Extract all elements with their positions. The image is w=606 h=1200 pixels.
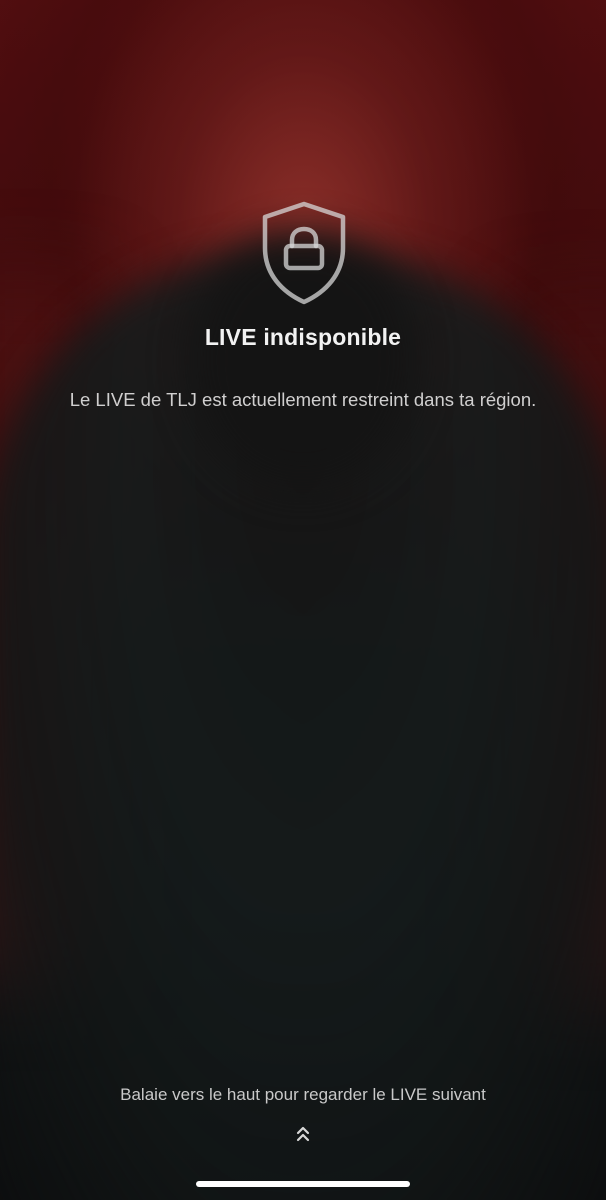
shield-lock-icon xyxy=(262,201,346,305)
live-unavailable-screen[interactable]: LIVE indisponible Le LIVE de TLJ est act… xyxy=(0,0,606,1200)
swipe-up-hint: Balaie vers le haut pour regarder le LIV… xyxy=(120,1085,486,1104)
chevrons-up-icon[interactable] xyxy=(294,1125,312,1143)
unavailable-message: Le LIVE de TLJ est actuellement restrein… xyxy=(69,389,537,410)
unavailable-title: LIVE indisponible xyxy=(204,324,402,350)
home-indicator[interactable] xyxy=(196,1181,410,1187)
